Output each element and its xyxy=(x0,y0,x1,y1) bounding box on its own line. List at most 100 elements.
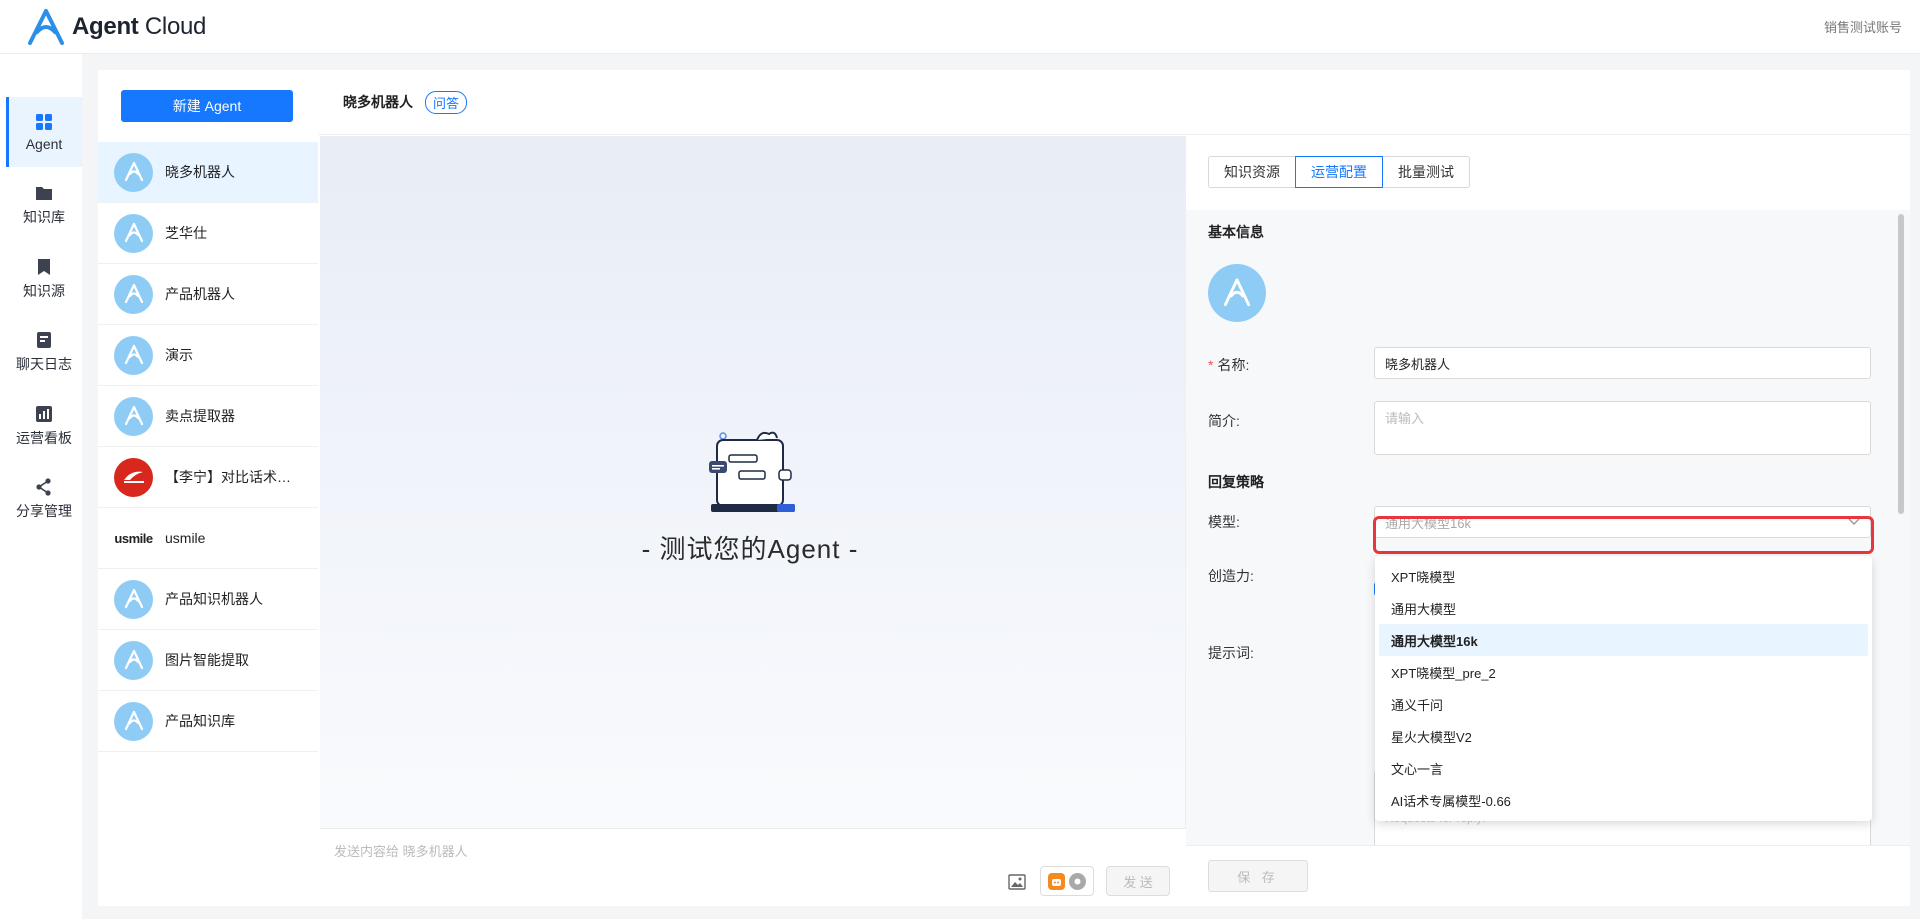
new-agent-button[interactable]: 新建 Agent xyxy=(121,90,293,122)
nav-label-agent: Agent xyxy=(25,135,63,152)
model-option[interactable]: XPT晓模型 xyxy=(1379,560,1868,592)
logo-icon xyxy=(28,9,64,45)
agent-logo-icon xyxy=(124,161,143,182)
nav-label-knowledge-base: 知识库 xyxy=(23,208,65,225)
config-tabs: 知识资源 运营配置 批量测试 xyxy=(1208,156,1470,188)
agent-logo-icon xyxy=(1223,278,1251,307)
log-icon xyxy=(37,331,51,348)
nav-item-knowledge-base[interactable]: 知识库 xyxy=(6,170,82,240)
image-upload-icon[interactable] xyxy=(1008,874,1026,890)
chat-empty-state: - 测试您的Agent - xyxy=(620,426,880,566)
bookmark-icon xyxy=(38,258,50,275)
agent-logo-icon xyxy=(124,344,143,365)
bot-alt-icon[interactable] xyxy=(1069,872,1086,890)
agent-list-item[interactable]: 产品知识库 xyxy=(98,691,318,752)
agent-name: 产品知识库 xyxy=(165,713,235,729)
model-option[interactable]: 通用大模型16k xyxy=(1379,624,1868,656)
model-option[interactable]: 星火大模型V2 xyxy=(1379,720,1868,752)
chat-empty-title: - 测试您的Agent - xyxy=(641,534,859,564)
nav-label-chat-logs: 聊天日志 xyxy=(16,355,72,372)
chat-input-area: 发送内容给 晓多机器人 发 送 xyxy=(320,828,1186,906)
agent-logo-icon xyxy=(124,222,143,243)
agent-name: 产品知识机器人 xyxy=(165,591,263,607)
lining-logo-icon xyxy=(123,471,144,483)
left-nav: Agent 知识库 知识源 聊天日志 运营看板 分享管理 xyxy=(0,54,82,919)
agent-logo-icon xyxy=(124,710,143,731)
top-bar: Agent Cloud 销售测试账号 xyxy=(0,0,1920,54)
bot-icon[interactable] xyxy=(1048,872,1065,890)
share-icon xyxy=(36,477,51,496)
main-header: 晓多机器人 问答 xyxy=(318,70,1910,135)
lining-logo-avatar xyxy=(114,457,153,497)
form-scrollbar[interactable] xyxy=(1898,214,1904,514)
computer-illustration-icon xyxy=(709,431,795,512)
account-name[interactable]: 销售测试账号 xyxy=(1824,17,1902,36)
name-field[interactable]: 晓多机器人 xyxy=(1374,347,1871,379)
agent-list-item[interactable]: 演示 xyxy=(98,325,318,386)
agent-name: usmile xyxy=(165,530,206,546)
model-option[interactable]: XPT晓模型_pre_2 xyxy=(1379,656,1868,688)
agent-cloud-logo[interactable]: Agent Cloud xyxy=(26,8,206,46)
usmile-logo-avatar: usmile xyxy=(114,530,153,546)
agent-avatar xyxy=(114,152,153,192)
intro-field[interactable]: 请输入 xyxy=(1374,401,1871,455)
agent-logo-icon xyxy=(124,588,143,609)
nav-item-dashboard[interactable]: 运营看板 xyxy=(6,391,82,461)
model-option[interactable]: 通义千问 xyxy=(1379,688,1868,720)
nav-label-dashboard: 运营看板 xyxy=(16,429,72,446)
model-option[interactable]: AI话术专属模型-0.66 xyxy=(1379,784,1868,816)
agent-avatar xyxy=(114,213,153,253)
logo-text-regular: Cloud xyxy=(144,13,207,40)
agent-list-item[interactable]: 产品知识机器人 xyxy=(98,569,318,630)
agent-logo-icon xyxy=(124,649,143,670)
agent-list-item[interactable]: usmile usmile xyxy=(98,508,318,569)
agent-list-panel: 新建 Agent 晓多机器人 芝华仕 产品机器人 演示 卖点提取器 【李宁】对比… xyxy=(98,70,318,906)
nav-item-chat-logs[interactable]: 聊天日志 xyxy=(6,317,82,387)
nav-label-knowledge-source: 知识源 xyxy=(23,282,65,299)
agent-avatar xyxy=(114,701,153,741)
agent-avatar xyxy=(114,274,153,314)
agent-list-item[interactable]: 晓多机器人 xyxy=(98,142,318,203)
agent-avatar xyxy=(114,396,153,436)
nav-item-share[interactable]: 分享管理 xyxy=(6,464,82,534)
bot-mode-toggle[interactable] xyxy=(1040,866,1094,896)
grid-icon xyxy=(36,113,52,130)
chart-icon xyxy=(36,405,52,422)
agent-name: 图片智能提取 xyxy=(165,652,249,668)
agent-name: 芝华仕 xyxy=(165,225,207,241)
agent-name: 产品机器人 xyxy=(165,286,235,302)
reply-strategy-title: 回复策略 xyxy=(1208,474,1264,490)
tab-batch-test[interactable]: 批量测试 xyxy=(1382,156,1470,188)
qa-tag: 问答 xyxy=(425,90,468,114)
agent-title: 晓多机器人 xyxy=(343,94,413,110)
nav-label-share: 分享管理 xyxy=(16,502,72,519)
send-button[interactable]: 发 送 xyxy=(1106,866,1170,896)
nav-item-agent[interactable]: Agent xyxy=(6,97,82,167)
agent-list-item[interactable]: 卖点提取器 xyxy=(98,386,318,447)
model-option[interactable]: 通用大模型 xyxy=(1379,592,1868,624)
agent-name: 【李宁】对比话术… xyxy=(165,469,291,485)
agent-avatar xyxy=(114,335,153,375)
agent-logo-icon xyxy=(124,405,143,426)
save-bar: 保 存 xyxy=(1186,845,1910,906)
name-label: * 名称: xyxy=(1208,357,1250,373)
intro-label: 简介: xyxy=(1208,413,1240,429)
nav-item-knowledge-source[interactable]: 知识源 xyxy=(6,244,82,314)
save-button[interactable]: 保 存 xyxy=(1208,860,1308,892)
agent-avatar-upload[interactable] xyxy=(1208,264,1266,322)
agent-list: 晓多机器人 芝华仕 产品机器人 演示 卖点提取器 【李宁】对比话术… usmil… xyxy=(98,142,318,752)
prompt-label: 提示词: xyxy=(1208,645,1254,661)
agent-list-item[interactable]: 图片智能提取 xyxy=(98,630,318,691)
agent-list-item[interactable]: 芝华仕 xyxy=(98,203,318,264)
model-option[interactable]: 文心一言 xyxy=(1379,752,1868,784)
agent-name: 晓多机器人 xyxy=(165,164,235,180)
agent-avatar xyxy=(114,579,153,619)
tab-operation-config[interactable]: 运营配置 xyxy=(1295,156,1383,188)
chat-input[interactable]: 发送内容给 晓多机器人 xyxy=(334,841,468,860)
agent-name: 演示 xyxy=(165,347,193,363)
agent-avatar xyxy=(114,640,153,680)
agent-list-item[interactable]: 产品机器人 xyxy=(98,264,318,325)
chat-area: - 测试您的Agent - 发送内容给 晓多机器人 发 送 xyxy=(320,136,1186,906)
tab-knowledge-resources[interactable]: 知识资源 xyxy=(1208,156,1296,188)
agent-list-item[interactable]: 【李宁】对比话术… xyxy=(98,447,318,508)
